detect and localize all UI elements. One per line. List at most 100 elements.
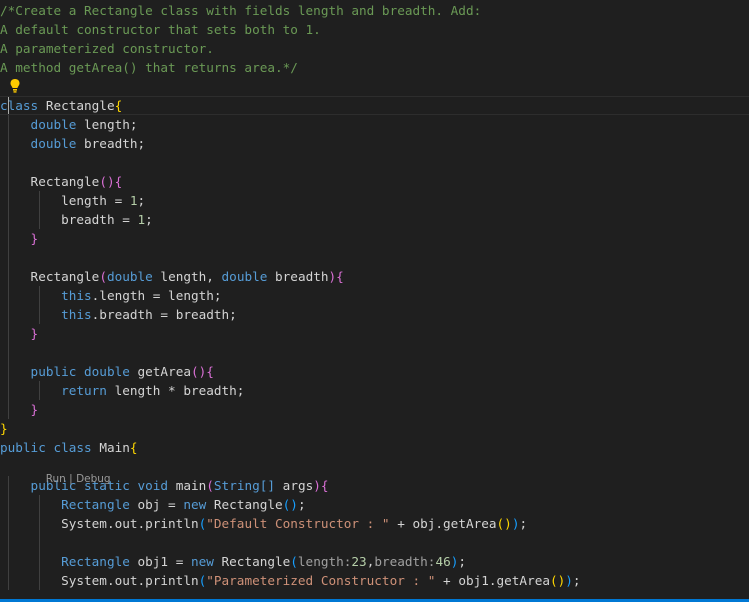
code-token: obj = [129,497,184,512]
code-token: Rectangle [0,554,130,569]
code-token: } [0,231,39,246]
code-token: () [99,174,115,189]
code-line[interactable]: public class Main{ [0,438,749,457]
code-line[interactable]: System.out.println("Default Constructor … [0,514,749,533]
code-token: ; [145,212,153,227]
run-codelens-link[interactable]: Run [46,473,66,485]
code-token: class [0,98,39,113]
code-token: ( [206,478,214,493]
code-token: /*Create a Rectangle class with fields l… [0,3,482,18]
code-line[interactable]: double breadth; [0,134,749,153]
code-line[interactable]: class Rectangle{ [0,96,749,115]
code-token: obj1 = [129,554,191,569]
code-token: "Default Constructor : " [206,516,390,531]
code-token: Rectangle [0,497,130,512]
code-token: { [320,478,329,493]
code-token: "Parameterized Constructor : " [206,573,436,588]
indent-guide [8,115,9,419]
code-token: String [213,478,260,493]
code-token: return [0,383,107,398]
code-token: } [0,402,39,417]
indent-guide [8,476,9,590]
code-token: ) [313,478,321,493]
code-editor[interactable]: /*Create a Rectangle class with fields l… [0,0,749,602]
code-token: .length = length; [91,288,222,303]
code-token: length: [297,554,352,569]
code-line[interactable]: } [0,229,749,248]
code-token: class [45,440,92,455]
code-line[interactable]: A parameterized constructor. [0,39,749,58]
code-token: Rectangle [38,98,115,113]
code-line[interactable] [0,248,749,267]
code-token: + obj.getArea [389,516,497,531]
code-line[interactable]: Rectangle(){ [0,172,749,191]
code-token: () [549,573,566,588]
code-line[interactable] [0,153,749,172]
debug-codelens-link[interactable]: Debug [76,473,111,485]
code-line[interactable]: length = 1; [0,191,749,210]
code-line[interactable]: double length; [0,115,749,134]
code-token: { [336,269,344,284]
code-line[interactable]: breadth = 1; [0,210,749,229]
code-line[interactable] [0,533,749,552]
code-token: this [0,307,92,322]
code-token: double [0,117,77,132]
code-token: 23 [351,554,367,569]
code-line[interactable]: this.breadth = breadth; [0,305,749,324]
code-token: length * breadth; [106,383,245,398]
code-token: double [106,269,153,284]
code-line[interactable]: } [0,400,749,419]
code-token: A parameterized constructor. [0,41,214,56]
code-token: double [76,364,130,379]
code-token: ; [137,193,146,208]
code-token: () [190,364,207,379]
code-line[interactable]: } [0,324,749,343]
code-line[interactable]: A default constructor that sets both to … [0,20,749,39]
indent-guide [39,381,40,400]
code-token: 1 [129,193,138,208]
code-token: () [496,516,512,531]
code-token: { [206,364,214,379]
code-token: breadth; [76,136,146,151]
code-line[interactable]: public static void main(String[] args){ [0,476,749,495]
code-token: ( [99,269,107,284]
code-token: ) [328,269,337,284]
code-token: + obj1.getArea [435,573,550,588]
code-line[interactable]: return length * breadth; [0,381,749,400]
code-token: new [190,554,214,569]
code-token: new [183,497,207,512]
code-line[interactable]: A method getArea() that returns area.*/ [0,58,749,77]
indent-guide [39,191,40,229]
code-line[interactable]: System.out.println("Parameterized Constr… [0,571,749,590]
code-token: Rectangle [213,554,291,569]
code-line[interactable]: Rectangle obj = new Rectangle(); [0,495,749,514]
lightbulb-icon[interactable] [9,78,21,94]
code-line[interactable] [0,343,749,362]
codelens-separator: | [69,473,73,485]
code-token: ) [565,573,573,588]
code-token: Rectangle [0,174,100,189]
code-line[interactable] [0,77,749,96]
code-token: getArea [129,364,191,379]
code-token: public [0,364,77,379]
code-token: args [275,478,314,493]
code-line[interactable]: } [0,419,749,438]
codelens: Run | Debug [39,458,111,485]
code-token: } [0,326,39,341]
code-token: breadth = [0,212,138,227]
code-token: double [0,136,77,151]
code-token: length, [152,269,222,284]
code-line[interactable]: Rectangle obj1 = new Rectangle(length:23… [0,552,749,571]
code-line[interactable]: Rectangle(double length, double breadth)… [0,267,749,286]
code-token: double [221,269,268,284]
code-token: length; [76,117,138,132]
code-token: A method getArea() that returns area.*/ [0,60,298,75]
code-token: ; [572,573,581,588]
code-line[interactable]: /*Create a Rectangle class with fields l… [0,1,749,20]
code-token: 1 [137,212,146,227]
code-line[interactable]: public double getArea(){ [0,362,749,381]
code-token: main [168,478,207,493]
indent-guide [39,286,40,324]
code-token: Rectangle [206,497,283,512]
code-line[interactable]: this.length = length; [0,286,749,305]
